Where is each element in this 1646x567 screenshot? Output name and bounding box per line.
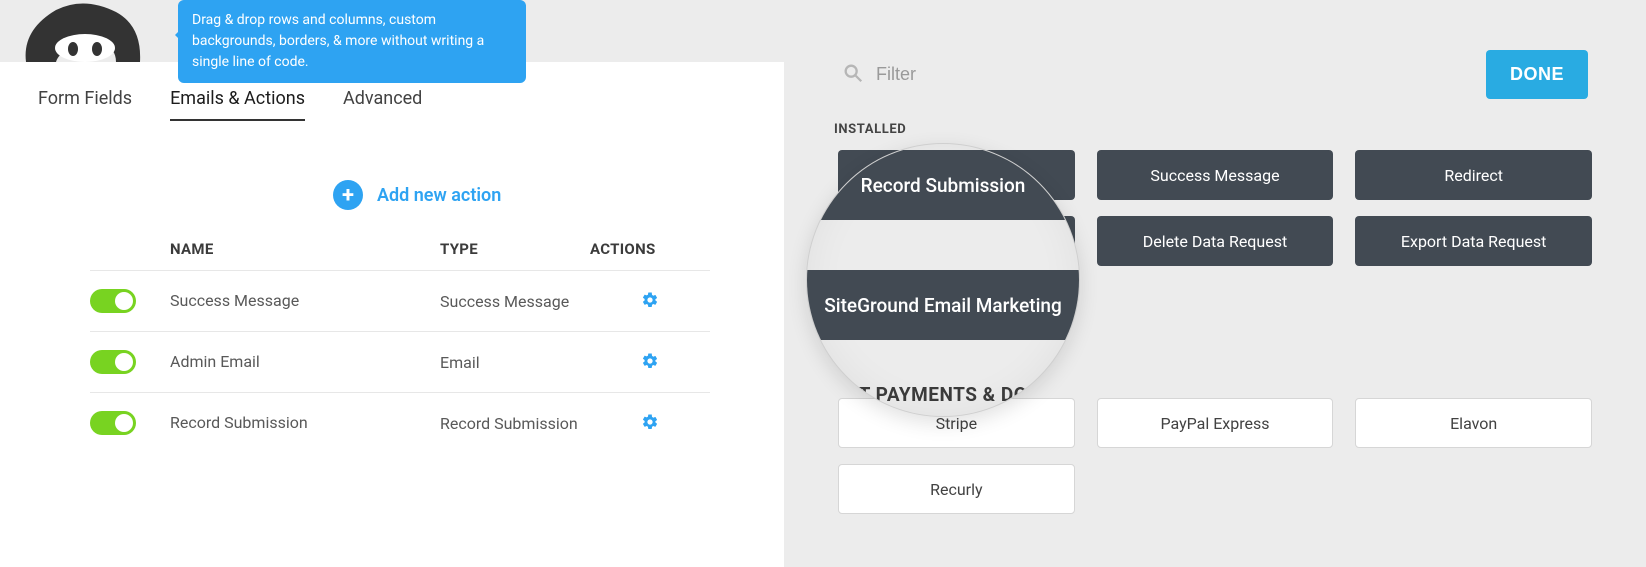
done-button[interactable]: DONE	[1486, 50, 1588, 99]
tab-emails-actions[interactable]: Emails & Actions	[170, 88, 305, 121]
magnified-siteground-email-marketing: SiteGround Email Marketing	[807, 270, 1079, 340]
action-success-message[interactable]: Success Message	[1097, 150, 1334, 200]
col-name: NAME	[90, 240, 440, 258]
action-recurly[interactable]: Recurly	[838, 464, 1075, 514]
ninja-logo	[16, 0, 146, 62]
filter-wrap	[842, 62, 1136, 88]
tab-advanced[interactable]: Advanced	[343, 88, 422, 121]
table-row: Admin Email Email	[90, 331, 710, 392]
hint-tooltip: Drag & drop rows and columns, custom bac…	[178, 0, 526, 83]
tab-form-fields[interactable]: Form Fields	[38, 88, 132, 121]
gear-icon[interactable]	[641, 291, 659, 313]
plus-icon: +	[333, 180, 363, 210]
toggle-switch[interactable]	[90, 289, 136, 313]
action-redirect[interactable]: Redirect	[1355, 150, 1592, 200]
add-new-action-button[interactable]: + Add new action	[333, 180, 501, 210]
table-header: NAME TYPE ACTIONS	[90, 240, 710, 270]
row-type: Success Message	[440, 289, 590, 313]
row-name: Admin Email	[170, 350, 440, 371]
toggle-switch[interactable]	[90, 411, 136, 435]
search-icon	[842, 62, 864, 88]
col-actions: ACTIONS	[590, 240, 710, 258]
gear-icon[interactable]	[641, 352, 659, 374]
magnified-payments-label: T PAYMENTS & DO	[807, 374, 1079, 414]
row-name: Record Submission	[170, 411, 440, 432]
action-elavon[interactable]: Elavon	[1355, 398, 1592, 448]
actions-table: NAME TYPE ACTIONS Success Message Succes…	[90, 240, 710, 453]
table-row: Record Submission Record Submission	[90, 392, 710, 453]
editor-panel: Drag & drop rows and columns, custom bac…	[0, 0, 784, 567]
action-delete-data-request[interactable]: Delete Data Request	[1097, 216, 1334, 266]
filter-input[interactable]	[876, 64, 1136, 85]
table-row: Success Message Success Message	[90, 270, 710, 331]
action-paypal-express[interactable]: PayPal Express	[1097, 398, 1334, 448]
toggle-switch[interactable]	[90, 350, 136, 374]
action-export-data-request[interactable]: Export Data Request	[1355, 216, 1592, 266]
hint-tooltip-text: Drag & drop rows and columns, custom bac…	[192, 12, 484, 70]
magnifier-lens: Record Submission SiteGround Email Marke…	[806, 143, 1080, 417]
add-new-action-label: Add new action	[377, 185, 501, 206]
tabs: Form Fields Emails & Actions Advanced	[38, 88, 422, 121]
drawer-header: DONE	[842, 50, 1588, 99]
row-type: Record Submission	[440, 411, 590, 435]
installed-label: INSTALLED	[834, 122, 906, 137]
col-type: TYPE	[440, 240, 590, 258]
gear-icon[interactable]	[641, 413, 659, 435]
row-type: Email	[440, 350, 590, 374]
row-name: Success Message	[170, 289, 440, 310]
magnified-record-submission: Record Submission	[807, 150, 1079, 220]
